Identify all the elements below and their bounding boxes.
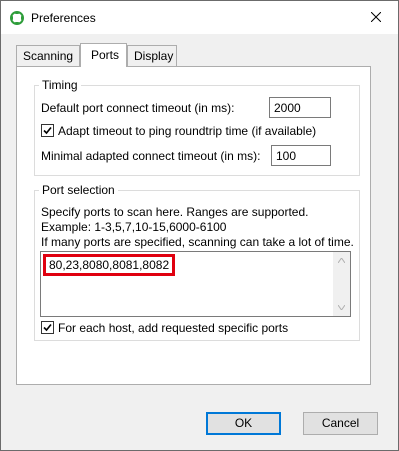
ports-textarea[interactable]: 80,23,8080,8081,8082 bbox=[40, 251, 351, 317]
add-specific-ports-label: For each host, add requested specific po… bbox=[58, 321, 289, 335]
window-title: Preferences bbox=[31, 11, 96, 25]
adapt-timeout-checkbox[interactable] bbox=[41, 124, 54, 137]
add-specific-ports-checkbox[interactable] bbox=[41, 321, 54, 334]
port-help-line-3: If many ports are specified, scanning ca… bbox=[41, 235, 354, 249]
tab-display[interactable]: Display bbox=[127, 45, 177, 66]
ok-button[interactable]: OK bbox=[206, 412, 281, 435]
ports-value: 80,23,8080,8081,8082 bbox=[43, 254, 176, 276]
port-timeout-label: Default port connect timeout (in ms): bbox=[41, 101, 235, 115]
scroll-down-button[interactable] bbox=[333, 299, 350, 316]
min-timeout-label: Minimal adapted connect timeout (in ms): bbox=[41, 149, 261, 163]
check-icon bbox=[43, 323, 52, 332]
check-icon bbox=[43, 126, 52, 135]
port-help-line-1: Specify ports to scan here. Ranges are s… bbox=[41, 205, 309, 219]
tab-ports[interactable]: Ports bbox=[80, 43, 127, 67]
chevron-down-icon bbox=[338, 305, 345, 310]
port-selection-legend: Port selection bbox=[42, 183, 115, 197]
title-bar: Preferences bbox=[1, 1, 398, 34]
cancel-button[interactable]: Cancel bbox=[303, 412, 378, 435]
port-help-line-2: Example: 1-3,5,7,10-15,6000-6100 bbox=[41, 220, 227, 234]
chevron-up-icon bbox=[338, 258, 345, 263]
tab-scanning[interactable]: Scanning bbox=[16, 45, 80, 66]
preferences-window: Preferences Scanning Ports Display Timin… bbox=[0, 0, 399, 451]
adapt-timeout-label: Adapt timeout to ping roundtrip time (if… bbox=[58, 124, 317, 138]
timing-legend: Timing bbox=[42, 78, 78, 92]
app-logo-icon bbox=[9, 10, 25, 26]
close-button[interactable] bbox=[354, 1, 398, 34]
min-timeout-input[interactable]: 100 bbox=[271, 145, 331, 166]
close-icon bbox=[370, 11, 382, 25]
ports-scrollbar[interactable] bbox=[333, 252, 350, 316]
port-timeout-input[interactable]: 2000 bbox=[269, 97, 331, 118]
scroll-up-button[interactable] bbox=[333, 252, 350, 269]
